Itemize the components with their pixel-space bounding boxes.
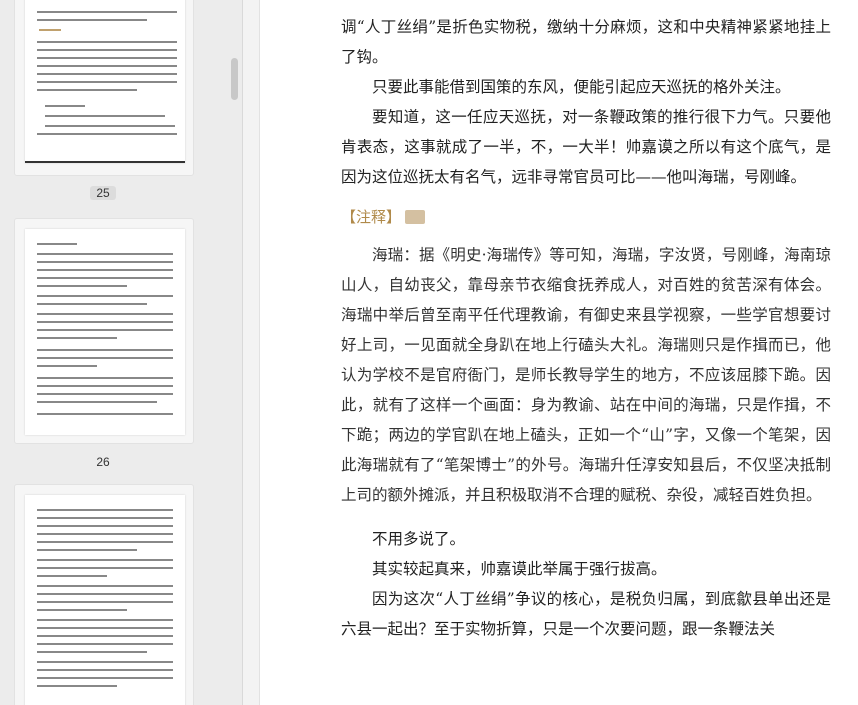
thumbnail-page-preview <box>25 495 185 705</box>
page-thumbnail-25[interactable] <box>14 0 194 176</box>
body-paragraph: 要知道，这一任应天巡抚，对一条鞭政策的推行很下力气。只要他肯表态，这事就成了一半… <box>341 108 831 186</box>
body-paragraph: 因为这次“人丁丝绢”争议的核心，是税负归属，到底歙县单出还是六县一起出？至于实物… <box>341 590 831 638</box>
body-paragraph: 调“人丁丝绢”是折色实物税，缴纳十分麻烦，这和中央精神紧紧地挂上了钩。 <box>341 18 831 66</box>
note-heading-label: 【注释】 <box>341 208 402 226</box>
body-paragraph: 只要此事能借到国策的东风，便能引起应天巡抚的格外关注。 <box>372 78 791 96</box>
body-paragraph: 其实较起真来，帅嘉谟此举属于强行拔高。 <box>372 560 667 578</box>
page-content: 调“人丁丝绢”是折色实物税，缴纳十分麻烦，这和中央精神紧紧地挂上了钩。 只要此事… <box>341 12 831 644</box>
page-thumbnail-26[interactable] <box>14 218 194 444</box>
note-heading: 【注释】 <box>341 202 831 232</box>
sidebar-scrollbar[interactable] <box>231 58 238 100</box>
body-paragraph: 不用多说了。 <box>372 530 466 548</box>
thumbnail-page-preview <box>25 229 185 435</box>
page-number-label: 26 <box>96 455 110 469</box>
note-paragraph: 海瑞：据《明史·海瑞传》等可知，海瑞，字汝贤，号刚峰，海南琼山人，自幼丧父，靠母… <box>341 246 831 504</box>
thumbnail-sidebar: 25 26 <box>0 0 242 705</box>
page-reader: 调“人丁丝绢”是折色实物税，缴纳十分麻烦，这和中央精神紧紧地挂上了钩。 只要此事… <box>260 0 858 705</box>
note-decoration-icon <box>405 210 426 224</box>
page-thumbnail-27[interactable] <box>14 484 194 705</box>
thumbnail-page-preview <box>25 0 185 163</box>
page-number-label: 25 <box>14 186 192 200</box>
reader-gutter <box>243 0 260 705</box>
